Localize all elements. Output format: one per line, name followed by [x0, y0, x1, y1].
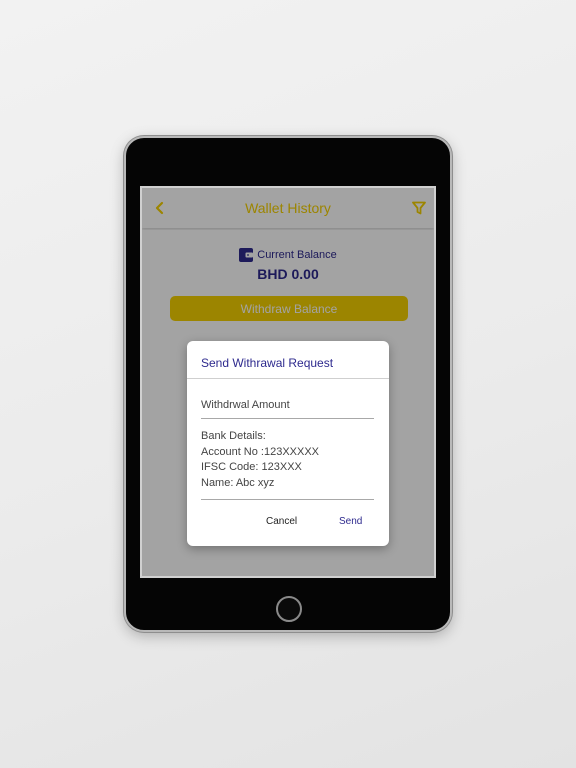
dialog-divider — [187, 378, 389, 379]
home-button[interactable] — [276, 596, 302, 622]
dialog-actions: Cancel Send — [187, 516, 389, 532]
dialog-title: Send Withrawal Request — [201, 356, 334, 370]
account-name: Name: Abc xyz — [201, 476, 275, 489]
bank-details: Bank Details: Account No :123XXXXX IFSC … — [201, 429, 374, 500]
bank-details-heading: Bank Details: — [201, 430, 266, 442]
withdrawal-request-dialog: Send Withrawal Request Bank Details: Acc… — [187, 341, 389, 546]
cancel-button[interactable]: Cancel — [266, 516, 297, 527]
ifsc-code: IFSC Code: 123XXX — [201, 461, 302, 473]
account-number: Account No :123XXXXX — [201, 445, 320, 458]
withdrawal-amount-input[interactable] — [201, 391, 374, 419]
send-button[interactable]: Send — [339, 516, 362, 527]
